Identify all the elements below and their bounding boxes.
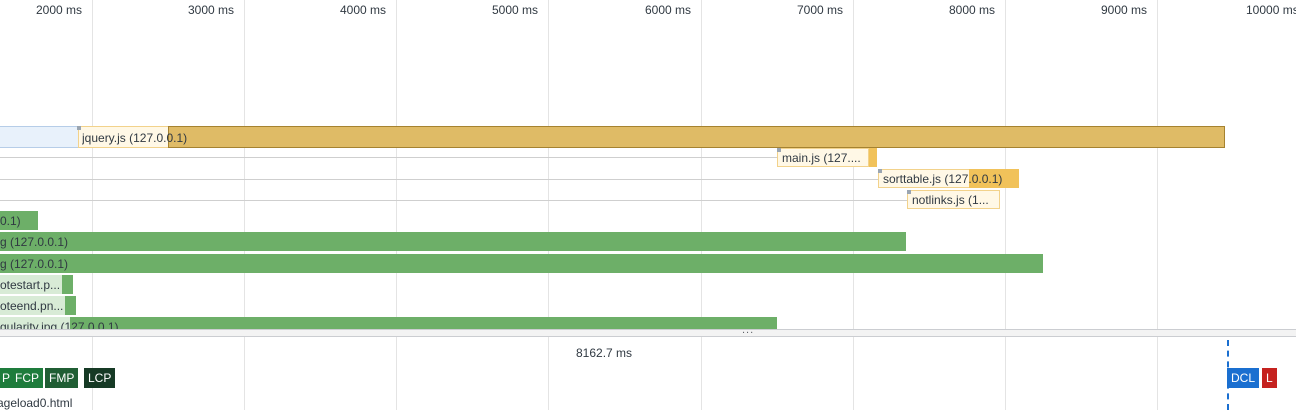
row-separator [0, 200, 910, 201]
marker-dcl[interactable]: DCL [1227, 368, 1260, 388]
resize-divider[interactable]: ... [0, 324, 1296, 337]
request-bar-sorttable[interactable]: sorttable.js (127.0.0.1) [880, 169, 1020, 188]
timing-markers: P FCP FMP LCP DCL L [0, 366, 1296, 390]
request-bar-image-5[interactable]: oteend.pn... [0, 296, 65, 315]
request-bar-main[interactable]: main.js (127.... [779, 148, 873, 167]
network-waterfall[interactable]: jquery.js (127.0.0.1) main.js (127.... s… [0, 22, 1296, 330]
download-segment [62, 275, 73, 294]
document-filename: ageload0.html [0, 396, 73, 410]
request-label: main.js (127.... [782, 151, 861, 165]
request-bar-image-2[interactable]: g (127.0.0.1) [0, 232, 906, 251]
ruler-tick-label: 2000 ms [36, 3, 83, 17]
request-bar-image-3[interactable]: g (127.0.0.1) [0, 254, 1043, 273]
request-label: otestart.p... [0, 278, 61, 292]
request-label: 0.1) [0, 214, 21, 228]
document-bar [0, 126, 80, 148]
request-label: jquery.js (127.0.0.1) [82, 131, 188, 145]
request-bar-image-4[interactable]: otestart.p... [0, 275, 62, 294]
row-separator [0, 157, 778, 158]
request-bar-jquery[interactable]: jquery.js (127.0.0.1) [79, 128, 239, 147]
total-duration: 8162.7 ms [576, 346, 633, 360]
marker-lcp[interactable]: LCP [84, 368, 116, 388]
ruler-tick-label: 3000 ms [188, 3, 235, 17]
request-label: sorttable.js (127.0.0.1) [883, 172, 1003, 186]
request-label: oteend.pn... [0, 299, 64, 313]
ruler-tick-label: 4000 ms [340, 3, 387, 17]
time-ruler: 2000 ms 3000 ms 4000 ms 5000 ms 6000 ms … [0, 0, 1296, 22]
marker-load[interactable]: L [1262, 368, 1277, 388]
summary-row: 8162.7 ms [0, 338, 1296, 366]
ruler-tick-label: 5000 ms [492, 3, 539, 17]
request-bar-notlinks[interactable]: notlinks.js (1... [909, 190, 997, 209]
ruler-tick-label: 7000 ms [797, 3, 844, 17]
resize-grip[interactable]: ... [742, 324, 754, 336]
request-label: g (127.0.0.1) [0, 257, 69, 271]
ruler-tick-label: 8000 ms [949, 3, 996, 17]
marker-fcp[interactable]: FCP [11, 368, 43, 388]
download-segment [168, 126, 1225, 148]
filename-row: ageload0.html [0, 392, 1296, 410]
ruler-tick-label: 9000 ms [1101, 3, 1148, 17]
request-label: g (127.0.0.1) [0, 235, 69, 249]
request-bar-image-1[interactable]: 0.1) [0, 211, 38, 230]
row-separator [0, 179, 880, 180]
ruler-tick-label: 10000 ms [1246, 3, 1296, 17]
download-segment [65, 296, 76, 315]
marker-fmp[interactable]: FMP [45, 368, 79, 388]
ruler-tick-label: 6000 ms [645, 3, 692, 17]
request-label: notlinks.js (1... [912, 193, 989, 207]
